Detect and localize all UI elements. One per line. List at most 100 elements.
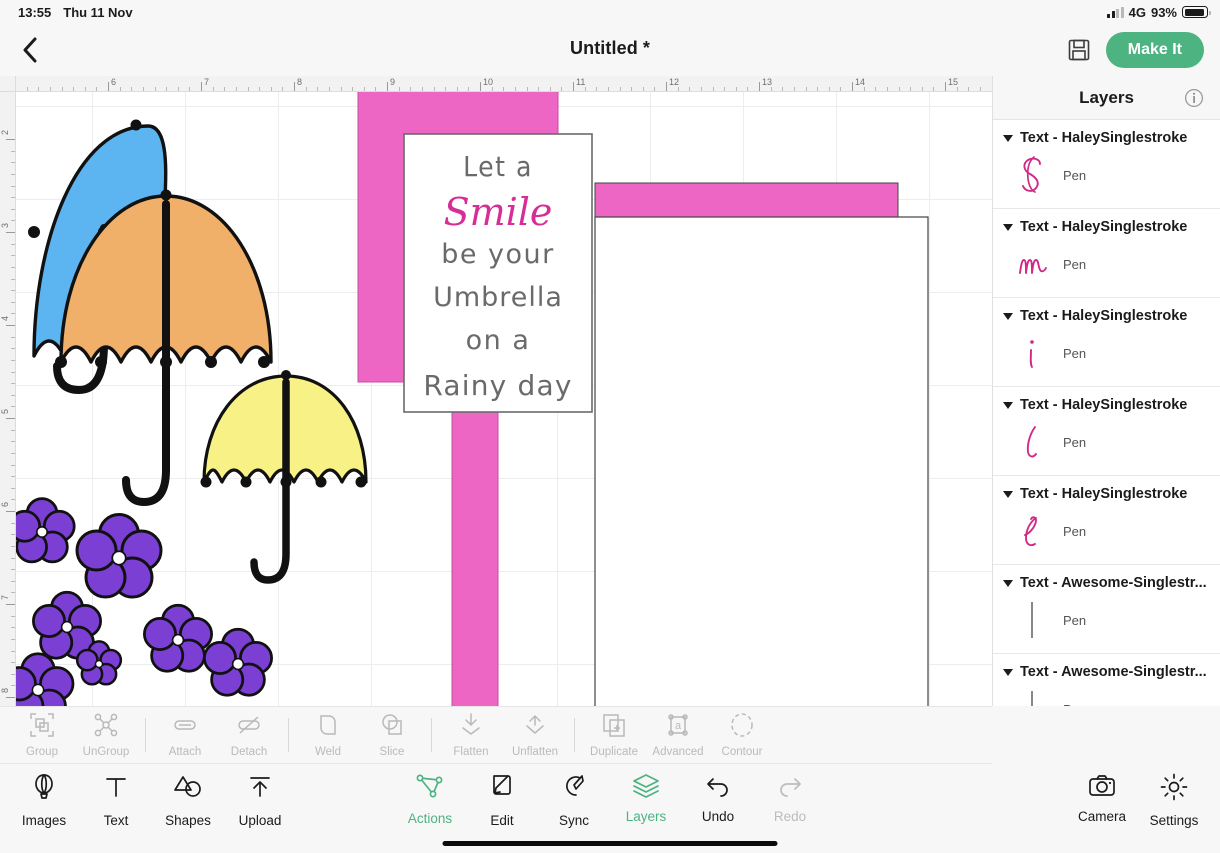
ruler-label: 9: [390, 77, 396, 87]
bottom-text-button[interactable]: Text: [80, 772, 152, 828]
ruler-tick: [328, 87, 330, 91]
ruler-tick: [6, 697, 15, 698]
bottom-upload-button[interactable]: Upload: [224, 772, 296, 828]
caret-down-icon[interactable]: [1003, 490, 1013, 498]
ruler-tick: [666, 82, 667, 91]
status-bar: 13:55 Thu 11 Nov 4G 93%: [0, 0, 1220, 24]
bottom-camera-button[interactable]: Camera: [1066, 772, 1138, 824]
flower[interactable]: [16, 497, 76, 564]
layer-group-header[interactable]: Text - Awesome-Singlestr...: [993, 654, 1220, 686]
ruler-tick: [793, 87, 795, 91]
layer-item[interactable]: Pen: [993, 508, 1220, 564]
layers-panel-header: Layers: [993, 76, 1220, 120]
op-advanced-button: a Advanced: [646, 712, 710, 758]
layer-thumbnail-icon: [1015, 688, 1049, 706]
unflatten-icon: [522, 712, 548, 743]
balloon-icon: [29, 772, 59, 807]
bottom-item-label: Upload: [238, 813, 282, 828]
layer-group-header[interactable]: Text - HaleySinglestroke: [993, 387, 1220, 419]
ruler-tick: [619, 87, 621, 91]
layers-list[interactable]: Text - HaleySinglestroke Pen Text - HaleyS…: [993, 120, 1220, 706]
layer-group-header[interactable]: Text - HaleySinglestroke: [993, 298, 1220, 330]
umbrella-yellow[interactable]: [200, 370, 368, 584]
design-canvas[interactable]: 6 7 8 9 10 11 12 13 14 15 2345678 Let a …: [0, 76, 1028, 780]
info-button[interactable]: [1184, 88, 1204, 108]
layer-thumbnail-icon: [1015, 421, 1049, 463]
ruler-tick: [805, 87, 807, 91]
caret-down-icon[interactable]: [1003, 312, 1013, 320]
flower-group[interactable]: [16, 497, 273, 706]
flower[interactable]: [203, 627, 273, 697]
canvas-artwork[interactable]: Let a Smile be your Umbrella on a Rainy …: [16, 92, 992, 706]
slice-icon: [379, 712, 405, 743]
toolbar-divider: [574, 718, 575, 752]
shapes-icon: [172, 772, 204, 807]
ruler-tick: [363, 87, 365, 91]
canvas-grid[interactable]: Let a Smile be your Umbrella on a Rainy …: [16, 92, 992, 706]
bottom-item-label: Images: [21, 813, 67, 828]
caret-down-icon[interactable]: [1003, 668, 1013, 676]
ruler-tick: [852, 82, 853, 91]
pink-rect-vertical-bottom[interactable]: [451, 381, 499, 706]
ruler-tick: [11, 150, 15, 152]
op-label: Flatten: [453, 746, 489, 758]
ruler-tick: [898, 87, 900, 91]
layer-item[interactable]: Pen: [993, 419, 1220, 475]
ruler-label: 2: [0, 129, 10, 135]
op-attach-button: Attach: [153, 712, 217, 758]
flower[interactable]: [16, 652, 75, 706]
bottom-sync-button[interactable]: Sync: [538, 772, 610, 828]
bottom-shapes-button[interactable]: Shapes: [152, 772, 224, 828]
upload-icon: [245, 772, 275, 807]
bottom-images-button[interactable]: Images: [8, 772, 80, 828]
layer-item[interactable]: Pen: [993, 152, 1220, 208]
status-bar-right: 4G 93%: [1107, 4, 1211, 20]
caret-down-icon[interactable]: [1003, 223, 1013, 231]
flower[interactable]: [143, 603, 213, 673]
caret-down-icon[interactable]: [1003, 401, 1013, 409]
white-rect-large[interactable]: [594, 216, 929, 706]
layer-group: Text - Awesome-Singlestr... Pen: [993, 654, 1220, 706]
bottom-item-label: Undo: [701, 809, 735, 824]
svg-text:a: a: [675, 720, 682, 732]
ruler-tick: [921, 87, 923, 91]
layer-group-header[interactable]: Text - HaleySinglestroke: [993, 120, 1220, 152]
layer-group-header[interactable]: Text - HaleySinglestroke: [993, 209, 1220, 241]
layer-item[interactable]: Pen: [993, 686, 1220, 706]
bottom-layers-button[interactable]: Layers: [610, 772, 682, 824]
layer-thumbnail-icon: [1015, 510, 1049, 552]
ruler-tick: [11, 173, 15, 175]
battery-percent: 93%: [1150, 4, 1177, 20]
quote-card[interactable]: Let a Smile be your Umbrella on a Rainy …: [403, 133, 593, 413]
layer-group-header[interactable]: Text - Awesome-Singlestr...: [993, 565, 1220, 597]
layer-item[interactable]: Pen: [993, 330, 1220, 386]
network-type: 4G: [1128, 4, 1146, 20]
ruler-tick: [433, 87, 435, 91]
flower[interactable]: [75, 513, 163, 599]
cricut-design-space-app: 13:55 Thu 11 Nov 4G 93% Untitled * Make …: [0, 0, 1220, 853]
save-button[interactable]: [1068, 39, 1090, 61]
bottom-settings-button[interactable]: Settings: [1138, 772, 1210, 828]
ruler-tick: [886, 87, 888, 91]
caret-down-icon[interactable]: [1003, 134, 1013, 142]
bottom-actions-button[interactable]: Actions: [394, 772, 466, 826]
ruler-tick: [503, 87, 505, 91]
ruler-tick: [607, 87, 609, 91]
ruler-tick: [445, 87, 447, 91]
op-label: Advanced: [652, 746, 704, 758]
make-it-button[interactable]: Make It: [1105, 32, 1204, 68]
op-label: Detach: [230, 746, 268, 758]
bottom-edit-button[interactable]: Edit: [466, 772, 538, 828]
layer-item[interactable]: Pen: [993, 241, 1220, 297]
bottom-undo-button[interactable]: Undo: [682, 772, 754, 824]
caret-down-icon[interactable]: [1003, 579, 1013, 587]
op-detach-button: Detach: [217, 712, 281, 758]
layer-item[interactable]: Pen: [993, 597, 1220, 653]
ruler-tick: [166, 87, 168, 91]
bottom-left-tools: Images Text Shapes Upload: [8, 772, 296, 828]
ruler-tick: [11, 545, 15, 547]
layer-group-header[interactable]: Text - HaleySinglestroke: [993, 476, 1220, 508]
ruler-tick: [480, 82, 481, 91]
ruler-tick: [11, 673, 15, 675]
ruler-tick: [817, 87, 819, 91]
